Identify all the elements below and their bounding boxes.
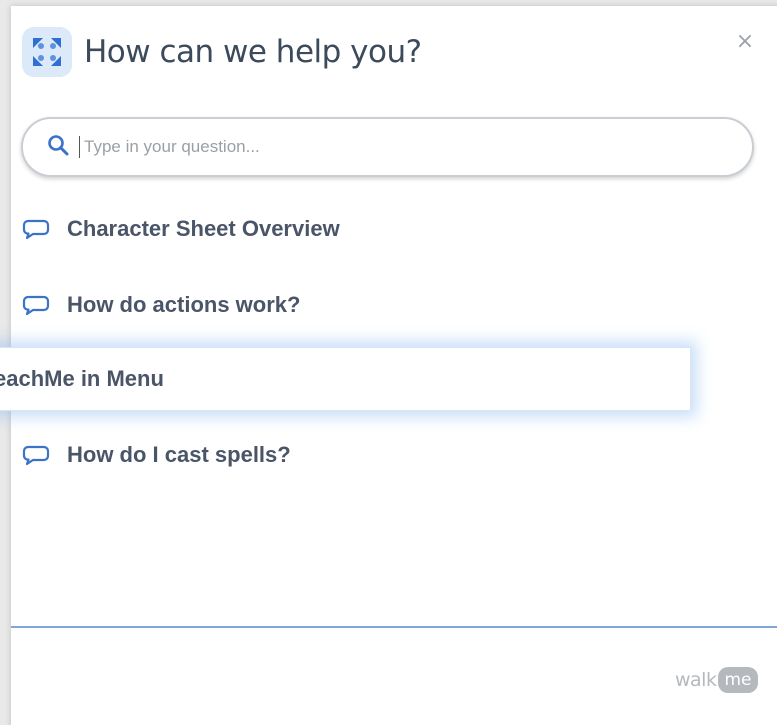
walkme-logo-icon (22, 27, 72, 77)
dragged-list-item-teachme-menu[interactable]: eachMe in Menu (0, 347, 691, 411)
list-item-label: Character Sheet Overview (67, 216, 340, 241)
brand-me-badge: me (718, 667, 758, 693)
search-bar (21, 117, 754, 177)
list-item-label: How do actions work? (67, 292, 301, 317)
list-item-label: eachMe in Menu (0, 366, 164, 391)
chat-bubble-icon (22, 293, 50, 317)
close-icon[interactable]: × (733, 30, 757, 54)
chat-bubble-icon (22, 217, 50, 241)
brand-walk-text: walk (675, 669, 717, 691)
search-icon[interactable] (47, 134, 69, 161)
list-item-character-sheet[interactable]: Character Sheet Overview (22, 216, 340, 242)
list-item-cast-spells[interactable]: How do I cast spells? (22, 442, 291, 468)
header: How can we help you? (22, 24, 422, 80)
page: How can we help you? × Character Sheet O… (0, 0, 777, 725)
list-item-label: How do I cast spells? (67, 442, 291, 467)
list-item-actions[interactable]: How do actions work? (22, 292, 300, 318)
search-input[interactable] (82, 136, 686, 158)
footer-divider (11, 626, 777, 628)
page-title: How can we help you? (84, 34, 422, 70)
text-caret (79, 136, 80, 158)
chat-bubble-icon (22, 443, 50, 467)
walkme-brand-logo: walk me (675, 667, 758, 693)
